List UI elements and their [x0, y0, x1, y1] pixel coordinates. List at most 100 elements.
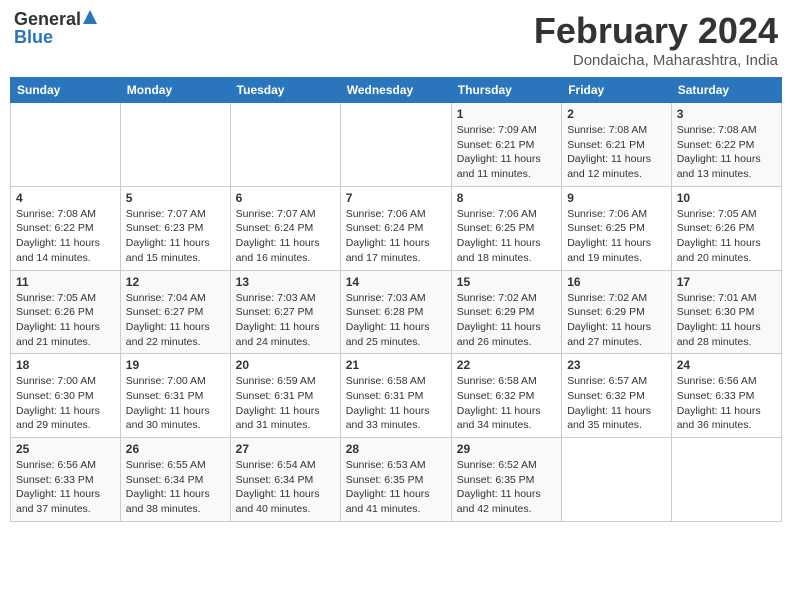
day-info: Sunrise: 7:03 AM Sunset: 6:27 PM Dayligh…	[236, 292, 320, 348]
day-number: 22	[457, 358, 556, 372]
day-cell: 25 Sunrise: 6:56 AM Sunset: 6:33 PM Dayli…	[11, 438, 121, 522]
calendar-location: Dondaicha, Maharashtra, India	[534, 52, 778, 69]
day-cell: 2 Sunrise: 7:08 AM Sunset: 6:21 PM Daylig…	[562, 103, 672, 187]
day-info: Sunrise: 7:02 AM Sunset: 6:29 PM Dayligh…	[567, 292, 651, 348]
day-number: 28	[346, 442, 446, 456]
day-number: 13	[236, 275, 335, 289]
day-number: 18	[16, 358, 115, 372]
day-info: Sunrise: 7:06 AM Sunset: 6:25 PM Dayligh…	[567, 208, 651, 264]
day-info: Sunrise: 7:03 AM Sunset: 6:28 PM Dayligh…	[346, 292, 430, 348]
day-number: 10	[677, 191, 776, 205]
day-cell: 24 Sunrise: 6:56 AM Sunset: 6:33 PM Dayli…	[671, 354, 781, 438]
day-cell	[671, 438, 781, 522]
col-header-tuesday: Tuesday	[230, 78, 340, 103]
day-info: Sunrise: 7:06 AM Sunset: 6:25 PM Dayligh…	[457, 208, 541, 264]
day-cell: 8 Sunrise: 7:06 AM Sunset: 6:25 PM Daylig…	[451, 186, 561, 270]
day-info: Sunrise: 6:53 AM Sunset: 6:35 PM Dayligh…	[346, 459, 430, 515]
week-row-2: 4 Sunrise: 7:08 AM Sunset: 6:22 PM Daylig…	[11, 186, 782, 270]
day-cell	[230, 103, 340, 187]
day-info: Sunrise: 6:58 AM Sunset: 6:32 PM Dayligh…	[457, 375, 541, 431]
day-cell: 16Sunrise: 7:02 AM Sunset: 6:29 PM Dayli…	[562, 270, 672, 354]
day-cell: 27 Sunrise: 6:54 AM Sunset: 6:34 PM Dayli…	[230, 438, 340, 522]
day-info: Sunrise: 6:56 AM Sunset: 6:33 PM Dayligh…	[16, 459, 100, 515]
day-info: Sunrise: 6:57 AM Sunset: 6:32 PM Dayligh…	[567, 375, 651, 431]
day-number: 8	[457, 191, 556, 205]
day-cell: 29 Sunrise: 6:52 AM Sunset: 6:35 PM Dayli…	[451, 438, 561, 522]
day-number: 27	[236, 442, 335, 456]
col-header-friday: Friday	[562, 78, 672, 103]
day-cell: 6 Sunrise: 7:07 AM Sunset: 6:24 PM Daylig…	[230, 186, 340, 270]
day-info: Sunrise: 7:02 AM Sunset: 6:29 PM Dayligh…	[457, 292, 541, 348]
day-cell: 11Sunrise: 7:05 AM Sunset: 6:26 PM Dayli…	[11, 270, 121, 354]
day-cell: 15 Sunrise: 7:02 AM Sunset: 6:29 PM Dayli…	[451, 270, 561, 354]
logo-blue-text: Blue	[14, 28, 97, 46]
day-info: Sunrise: 6:56 AM Sunset: 6:33 PM Dayligh…	[677, 375, 761, 431]
week-row-3: 11Sunrise: 7:05 AM Sunset: 6:26 PM Dayli…	[11, 270, 782, 354]
day-cell	[562, 438, 672, 522]
day-info: Sunrise: 7:08 AM Sunset: 6:21 PM Dayligh…	[567, 124, 651, 180]
day-number: 12	[126, 275, 225, 289]
logo: General Blue	[14, 10, 97, 46]
logo-general-text: General	[14, 10, 81, 28]
day-number: 1	[457, 107, 556, 121]
day-number: 4	[16, 191, 115, 205]
day-cell: 20Sunrise: 6:59 AM Sunset: 6:31 PM Dayli…	[230, 354, 340, 438]
day-info: Sunrise: 7:08 AM Sunset: 6:22 PM Dayligh…	[16, 208, 100, 264]
day-number: 2	[567, 107, 666, 121]
day-cell: 10 Sunrise: 7:05 AM Sunset: 6:26 PM Dayli…	[671, 186, 781, 270]
day-info: Sunrise: 6:58 AM Sunset: 6:31 PM Dayligh…	[346, 375, 430, 431]
day-number: 21	[346, 358, 446, 372]
day-number: 3	[677, 107, 776, 121]
day-cell: 14 Sunrise: 7:03 AM Sunset: 6:28 PM Dayli…	[340, 270, 451, 354]
day-cell	[11, 103, 121, 187]
day-cell: 19 Sunrise: 7:00 AM Sunset: 6:31 PM Dayli…	[120, 354, 230, 438]
week-row-1: 1Sunrise: 7:09 AM Sunset: 6:21 PM Daylig…	[11, 103, 782, 187]
day-cell: 1Sunrise: 7:09 AM Sunset: 6:21 PM Daylig…	[451, 103, 561, 187]
day-number: 26	[126, 442, 225, 456]
day-cell: 23Sunrise: 6:57 AM Sunset: 6:32 PM Dayli…	[562, 354, 672, 438]
day-info: Sunrise: 7:01 AM Sunset: 6:30 PM Dayligh…	[677, 292, 761, 348]
page-header: General Blue February 2024 Dondaicha, Ma…	[10, 10, 782, 69]
day-number: 5	[126, 191, 225, 205]
day-cell	[340, 103, 451, 187]
day-number: 29	[457, 442, 556, 456]
day-info: Sunrise: 6:59 AM Sunset: 6:31 PM Dayligh…	[236, 375, 320, 431]
day-number: 15	[457, 275, 556, 289]
day-cell: 3 Sunrise: 7:08 AM Sunset: 6:22 PM Daylig…	[671, 103, 781, 187]
day-number: 9	[567, 191, 666, 205]
day-number: 24	[677, 358, 776, 372]
day-cell: 13 Sunrise: 7:03 AM Sunset: 6:27 PM Dayli…	[230, 270, 340, 354]
day-cell: 5Sunrise: 7:07 AM Sunset: 6:23 PM Daylig…	[120, 186, 230, 270]
day-cell: 26Sunrise: 6:55 AM Sunset: 6:34 PM Dayli…	[120, 438, 230, 522]
logo-icon	[83, 10, 97, 24]
calendar-title: February 2024	[534, 10, 778, 52]
day-number: 25	[16, 442, 115, 456]
day-number: 17	[677, 275, 776, 289]
day-number: 19	[126, 358, 225, 372]
week-row-5: 25 Sunrise: 6:56 AM Sunset: 6:33 PM Dayli…	[11, 438, 782, 522]
calendar-table: SundayMondayTuesdayWednesdayThursdayFrid…	[10, 77, 782, 522]
day-number: 6	[236, 191, 335, 205]
day-number: 7	[346, 191, 446, 205]
calendar-header-row: SundayMondayTuesdayWednesdayThursdayFrid…	[11, 78, 782, 103]
day-number: 11	[16, 275, 115, 289]
day-cell	[120, 103, 230, 187]
day-info: Sunrise: 7:05 AM Sunset: 6:26 PM Dayligh…	[677, 208, 761, 264]
day-cell: 9 Sunrise: 7:06 AM Sunset: 6:25 PM Daylig…	[562, 186, 672, 270]
col-header-saturday: Saturday	[671, 78, 781, 103]
day-cell: 18Sunrise: 7:00 AM Sunset: 6:30 PM Dayli…	[11, 354, 121, 438]
day-info: Sunrise: 7:07 AM Sunset: 6:24 PM Dayligh…	[236, 208, 320, 264]
col-header-thursday: Thursday	[451, 78, 561, 103]
day-info: Sunrise: 7:00 AM Sunset: 6:31 PM Dayligh…	[126, 375, 210, 431]
day-cell: 4 Sunrise: 7:08 AM Sunset: 6:22 PM Daylig…	[11, 186, 121, 270]
day-cell: 28 Sunrise: 6:53 AM Sunset: 6:35 PM Dayli…	[340, 438, 451, 522]
day-cell: 7 Sunrise: 7:06 AM Sunset: 6:24 PM Daylig…	[340, 186, 451, 270]
day-info: Sunrise: 6:52 AM Sunset: 6:35 PM Dayligh…	[457, 459, 541, 515]
title-block: February 2024 Dondaicha, Maharashtra, In…	[534, 10, 778, 69]
day-number: 14	[346, 275, 446, 289]
day-cell: 22 Sunrise: 6:58 AM Sunset: 6:32 PM Dayli…	[451, 354, 561, 438]
day-info: Sunrise: 7:06 AM Sunset: 6:24 PM Dayligh…	[346, 208, 430, 264]
day-info: Sunrise: 6:54 AM Sunset: 6:34 PM Dayligh…	[236, 459, 320, 515]
day-info: Sunrise: 7:08 AM Sunset: 6:22 PM Dayligh…	[677, 124, 761, 180]
week-row-4: 18Sunrise: 7:00 AM Sunset: 6:30 PM Dayli…	[11, 354, 782, 438]
